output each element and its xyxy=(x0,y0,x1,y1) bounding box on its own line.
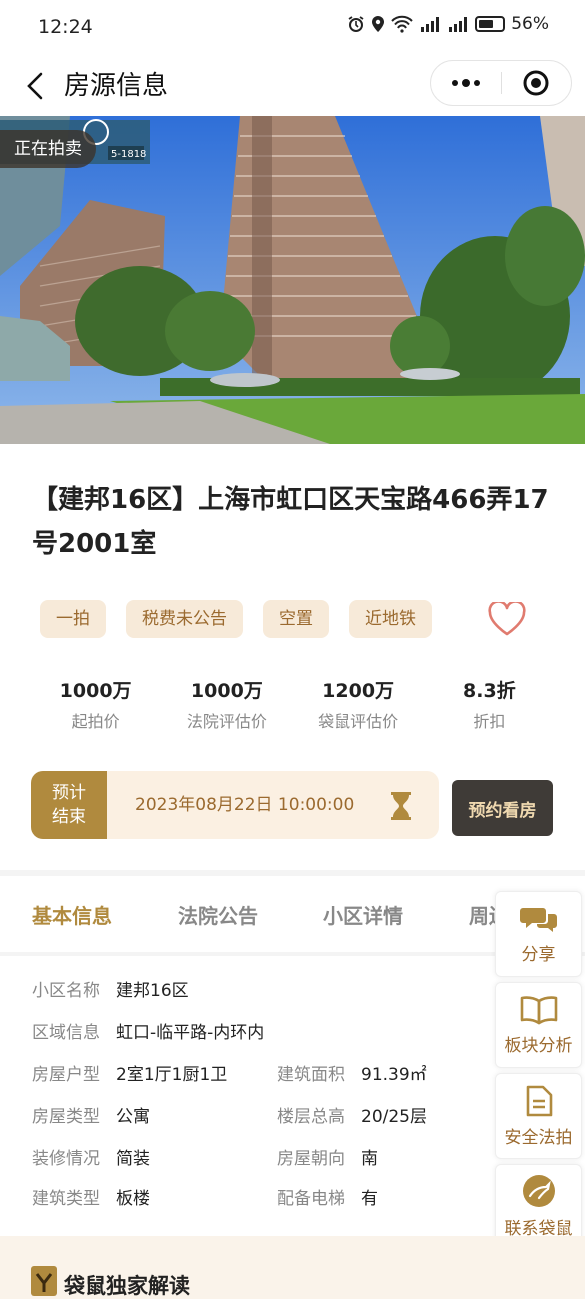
property-photo[interactable]: 5-1818 xyxy=(0,116,585,444)
status-icons: 56% xyxy=(347,14,549,34)
area-analysis-label: 板块分析 xyxy=(504,1035,573,1056)
price-label: 法院评估价 xyxy=(186,712,267,731)
countdown-label: 预计 结束 xyxy=(31,771,107,839)
info-row: 小区名称 建邦16区 xyxy=(32,976,492,1006)
info-value: 2室1厅1厨1卫 xyxy=(116,1065,228,1085)
info-key: 建筑类型 xyxy=(32,1189,100,1209)
info-value: 有 xyxy=(361,1189,378,1209)
price-item: 8.3折 折扣 xyxy=(424,676,555,732)
tab-community[interactable]: 小区详情 xyxy=(323,900,403,929)
chat-icon xyxy=(519,907,557,932)
book-icon xyxy=(520,995,557,1024)
info-value: 虹口-临平路-内环内 xyxy=(116,1023,265,1043)
tag: 一拍 xyxy=(40,600,106,638)
battery-icon xyxy=(475,16,506,32)
heart-icon xyxy=(488,602,526,636)
info-key: 配备电梯 xyxy=(277,1189,345,1209)
info-value: 91.39㎡ xyxy=(361,1065,427,1085)
info-key: 房屋朝向 xyxy=(277,1149,345,1169)
page-title: 房源信息 xyxy=(64,71,169,101)
kangaroo-badge-icon xyxy=(31,1266,57,1296)
info-row: 装修情况 简装 房屋朝向 南 xyxy=(32,1144,492,1174)
info-value: 南 xyxy=(361,1149,378,1169)
tag-list: 一拍 税费未公告 空置 近地铁 xyxy=(40,600,432,638)
info-value: 20/25层 xyxy=(361,1107,427,1127)
price-value: 1200万 xyxy=(322,680,395,702)
info-row: 房屋户型 2室1厅1厨1卫 建筑面积 91.39㎡ xyxy=(32,1060,492,1090)
price-summary: 1000万 起拍价 1000万 法院评估价 1200万 袋鼠评估价 8.3折 折… xyxy=(30,676,555,732)
countdown-end-time: 2023年08月22日 10:00:00 xyxy=(135,795,355,815)
info-value: 简装 xyxy=(116,1149,150,1169)
chevron-left-icon xyxy=(27,72,43,100)
location-icon xyxy=(371,15,385,33)
mini-program-capsule xyxy=(430,60,572,106)
price-value: 8.3折 xyxy=(463,680,516,702)
countdown-label-line2: 结束 xyxy=(52,807,86,827)
target-icon xyxy=(523,70,549,96)
more-button[interactable] xyxy=(431,61,501,105)
battery-percent: 56% xyxy=(511,14,549,34)
info-value: 建邦16区 xyxy=(116,981,189,1001)
price-value: 1000万 xyxy=(190,680,263,702)
listing-title: 【建邦16区】上海市虹口区天宝路466弄17号2001室 xyxy=(32,485,549,559)
safe-auction-button[interactable]: 安全法拍 xyxy=(495,1073,582,1159)
info-row: 房屋类型 公寓 楼层总高 20/25层 xyxy=(32,1102,492,1132)
auction-status-badge: 正在拍卖 xyxy=(0,130,96,168)
share-button[interactable]: 分享 xyxy=(495,891,582,977)
info-key: 小区名称 xyxy=(32,981,100,1001)
favorite-button[interactable] xyxy=(486,598,528,640)
kangaroo-logo-icon xyxy=(522,1174,555,1207)
price-value: 1000万 xyxy=(59,680,132,702)
signal-icon xyxy=(447,15,469,33)
tab-court-notice[interactable]: 法院公告 xyxy=(178,900,258,929)
hourglass-icon xyxy=(391,792,411,820)
tag: 空置 xyxy=(263,600,329,638)
auction-countdown: 预计 结束 2023年08月22日 10:00:00 xyxy=(31,771,439,839)
tag: 近地铁 xyxy=(349,600,432,638)
alarm-icon xyxy=(347,15,365,33)
nav-bar: 房源信息 xyxy=(0,56,585,116)
price-label: 折扣 xyxy=(473,712,506,731)
info-key: 房屋类型 xyxy=(32,1107,100,1127)
document-icon xyxy=(526,1085,552,1116)
share-label: 分享 xyxy=(521,944,556,965)
info-key: 装修情况 xyxy=(32,1149,100,1169)
info-row: 建筑类型 板楼 配备电梯 有 xyxy=(32,1184,492,1214)
status-time: 12:24 xyxy=(38,16,93,38)
back-button[interactable] xyxy=(18,66,52,106)
countdown-label-line1: 预计 xyxy=(52,783,86,803)
info-key: 楼层总高 xyxy=(277,1107,345,1127)
tab-basic-info[interactable]: 基本信息 xyxy=(32,900,112,929)
price-item: 1000万 法院评估价 xyxy=(161,676,292,732)
info-key: 区域信息 xyxy=(32,1023,100,1043)
safe-auction-label: 安全法拍 xyxy=(504,1127,573,1148)
info-key: 建筑面积 xyxy=(277,1065,345,1085)
tag: 税费未公告 xyxy=(126,600,243,638)
info-key: 房屋户型 xyxy=(32,1065,100,1085)
more-dots-icon xyxy=(451,79,480,87)
info-value: 公寓 xyxy=(116,1107,150,1127)
exclusive-analysis-section: 袋鼠独家解读 xyxy=(0,1236,585,1299)
status-bar: 12:24 56% xyxy=(0,0,585,56)
section-title: 袋鼠独家解读 xyxy=(64,1274,190,1298)
info-row: 区域信息 虹口-临平路-内环内 xyxy=(32,1018,492,1048)
price-item: 1200万 袋鼠评估价 xyxy=(293,676,424,732)
sign-text: 5-1818 xyxy=(111,149,146,160)
close-mini-program-button[interactable] xyxy=(502,61,572,105)
price-item: 1000万 起拍价 xyxy=(30,676,161,732)
area-analysis-button[interactable]: 板块分析 xyxy=(495,982,582,1068)
price-label: 袋鼠评估价 xyxy=(318,712,399,731)
price-label: 起拍价 xyxy=(71,712,120,731)
book-viewing-button[interactable]: 预约看房 xyxy=(452,780,553,836)
wifi-icon xyxy=(391,15,413,33)
info-value: 板楼 xyxy=(116,1189,150,1209)
signal-icon xyxy=(419,15,441,33)
contact-label: 联系袋鼠 xyxy=(504,1218,573,1239)
